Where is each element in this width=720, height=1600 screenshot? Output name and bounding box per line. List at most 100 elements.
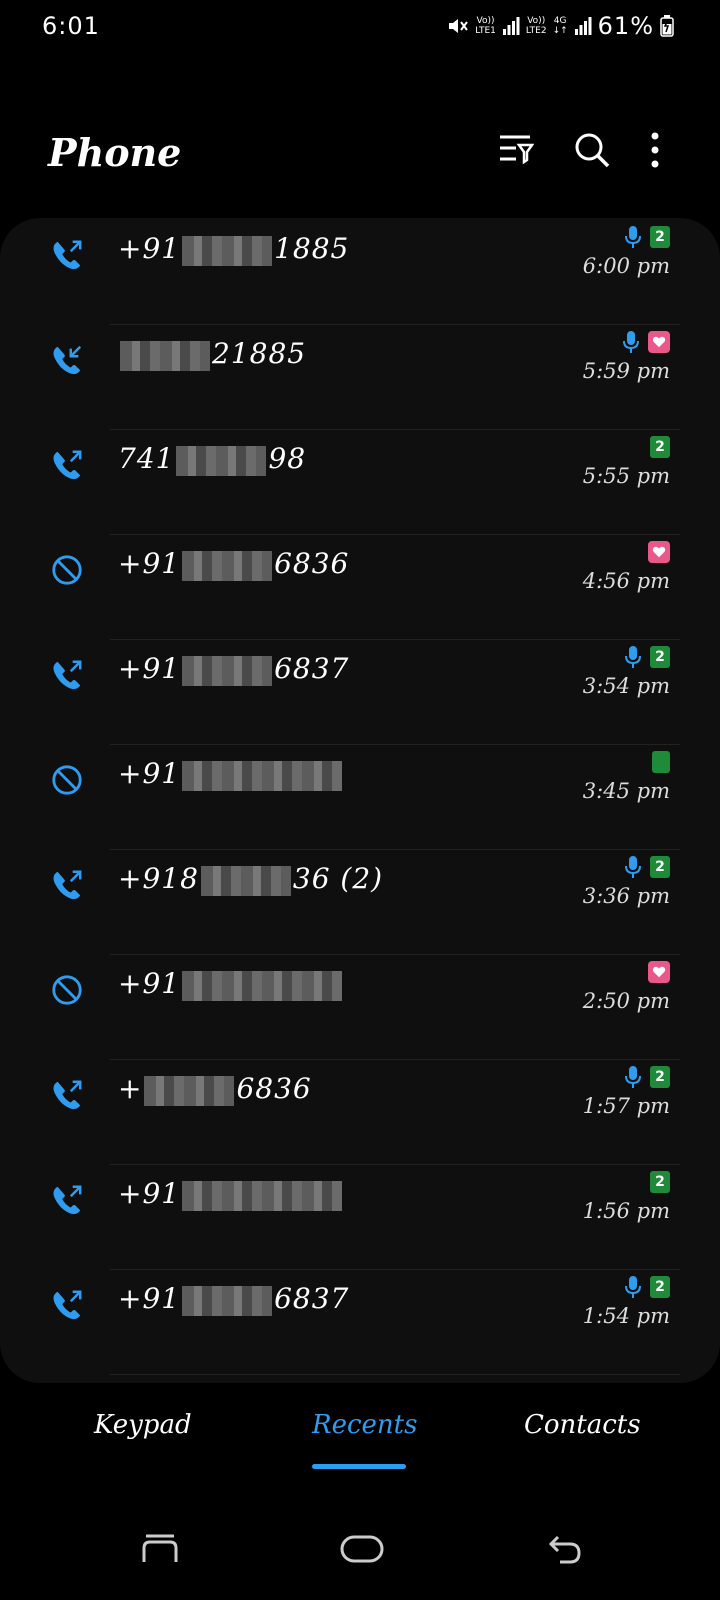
bottom-tabs: Keypad Recents Contacts xyxy=(0,1400,720,1460)
call-number: 741 98 xyxy=(118,442,306,476)
mute-icon xyxy=(449,19,468,33)
call-log-row[interactable]: +91 3:45 pm xyxy=(0,743,720,850)
call-log-row[interactable]: 21885 5:59 pm xyxy=(0,323,720,430)
back-icon[interactable] xyxy=(548,1534,582,1564)
call-badges: 2 xyxy=(624,854,670,880)
call-log-row[interactable]: +91 6837 2 1:54 pm xyxy=(0,1268,720,1375)
tab-recents[interactable]: Recents xyxy=(312,1410,417,1440)
sim2-label: Vo)) LTE2 xyxy=(526,16,547,36)
redacted-number-mask xyxy=(182,760,343,791)
heart-sim-icon xyxy=(648,541,670,563)
call-number-prefix: +91 xyxy=(118,232,181,265)
call-number-prefix: +91 xyxy=(118,757,181,790)
sim-2-badge: 2 xyxy=(650,226,670,248)
app-header: Phone xyxy=(0,120,720,190)
sim-2-badge: 2 xyxy=(650,1276,670,1298)
phone-screen: 6:01 Vo)) LTE1 Vo)) LTE2 4G ↓↑ 61% Phone… xyxy=(0,0,720,1600)
redacted-number-mask xyxy=(182,550,273,581)
redacted-number-mask xyxy=(182,235,273,266)
call-log-row[interactable]: +91 1885 2 6:00 pm xyxy=(0,218,720,325)
call-number-suffix: 98 xyxy=(268,442,307,475)
sim-2-badge: 2 xyxy=(650,1066,670,1088)
call-log-row[interactable]: +91 6836 4:56 pm xyxy=(0,533,720,640)
home-icon[interactable] xyxy=(340,1534,384,1564)
call-time: 2:50 pm xyxy=(582,989,670,1013)
sim1-label-bottom: LTE1 xyxy=(475,26,496,36)
signal-icon-sim2 xyxy=(574,17,592,35)
sim-2-badge: 2 xyxy=(650,1171,670,1193)
call-number-suffix: 21885 xyxy=(212,337,307,370)
call-time: 3:45 pm xyxy=(582,779,670,803)
call-log-row[interactable]: 741 98 2 5:55 pm xyxy=(0,428,720,535)
search-icon[interactable] xyxy=(574,132,610,168)
call-badges xyxy=(652,749,670,775)
redacted-number-mask xyxy=(182,1285,273,1316)
sim2-label-top: Vo)) xyxy=(527,16,546,26)
call-recording-mic-icon xyxy=(625,226,641,248)
network-type: 4G ↓↑ xyxy=(553,16,568,36)
call-log-row[interactable]: +91 2 1:56 pm xyxy=(0,1163,720,1270)
outgoing-call-icon xyxy=(50,448,86,484)
heart-sim-icon xyxy=(648,331,670,353)
redacted-number-mask xyxy=(182,970,343,1001)
status-bar: 6:01 Vo)) LTE1 Vo)) LTE2 4G ↓↑ 61% xyxy=(0,0,720,58)
call-number: 21885 xyxy=(118,337,306,371)
call-recording-mic-icon xyxy=(623,331,639,353)
call-number-suffix: 6836 xyxy=(274,547,350,580)
recent-apps-icon[interactable] xyxy=(140,1534,180,1564)
call-log-row[interactable]: +6836 2 1:57 pm xyxy=(0,1058,720,1165)
network-type-label: 4G xyxy=(553,16,567,26)
outgoing-call-icon xyxy=(50,868,86,904)
sim1-label: Vo)) LTE1 xyxy=(475,16,496,36)
call-number: +91 6837 xyxy=(118,1282,349,1316)
blocked-call-icon xyxy=(50,763,86,799)
call-number-prefix: +91 xyxy=(118,1282,181,1315)
call-number: +91 xyxy=(118,967,344,1001)
incoming-call-icon xyxy=(50,343,86,379)
active-tab-indicator xyxy=(312,1464,406,1469)
row-divider xyxy=(110,1374,680,1375)
sim1-label-top: Vo)) xyxy=(476,16,495,26)
call-log-row[interactable]: +91 6837 2 3:54 pm xyxy=(0,638,720,745)
call-time: 3:54 pm xyxy=(582,674,670,698)
call-number-suffix: 6836 xyxy=(236,1072,312,1105)
call-number-prefix: 741 xyxy=(118,442,175,475)
status-time: 6:01 xyxy=(42,12,100,40)
call-number-suffix: 1885 xyxy=(274,232,350,265)
sim-2-badge: 2 xyxy=(650,646,670,668)
data-arrows-icon: ↓↑ xyxy=(552,26,568,36)
blocked-call-icon xyxy=(50,553,86,589)
recent-calls-list: +91 1885 2 6:00 pm 21885 5:59 pm 741 98 2 5:55 pm… xyxy=(0,218,720,1383)
call-number: +918 36 (2) xyxy=(118,862,383,896)
call-log-row[interactable]: +91 2:50 pm xyxy=(0,953,720,1060)
tab-keypad[interactable]: Keypad xyxy=(94,1410,192,1440)
call-badges: 2 xyxy=(650,1169,670,1195)
filter-icon[interactable] xyxy=(498,133,534,167)
call-log-row[interactable]: +918 36 (2) 2 3:36 pm xyxy=(0,848,720,955)
call-badges: 2 xyxy=(624,1274,670,1300)
redacted-number-mask xyxy=(176,445,267,476)
redacted-number-mask xyxy=(120,340,210,371)
status-icons: Vo)) LTE1 Vo)) LTE2 4G ↓↑ 61% xyxy=(447,12,674,40)
outgoing-call-icon xyxy=(50,1288,86,1324)
battery-percent: 61% xyxy=(597,12,654,40)
call-number-prefix: +918 xyxy=(118,862,199,895)
call-recording-mic-icon xyxy=(625,646,641,668)
sim2-label-bottom: LTE2 xyxy=(525,26,547,36)
call-badges xyxy=(648,539,670,565)
call-number: +91 1885 xyxy=(118,232,349,266)
tab-contacts[interactable]: Contacts xyxy=(524,1410,641,1440)
call-recording-mic-icon xyxy=(625,856,641,878)
blocked-call-icon xyxy=(50,973,86,1009)
call-number-suffix: 6837 xyxy=(274,1282,350,1315)
call-time: 6:00 pm xyxy=(582,254,670,278)
call-number: +91 6836 xyxy=(118,547,349,581)
call-badges: 2 xyxy=(624,1064,670,1090)
call-time: 1:54 pm xyxy=(582,1304,670,1328)
sim-2-badge: 2 xyxy=(650,856,670,878)
call-number: +91 xyxy=(118,757,344,791)
redacted-number-mask xyxy=(182,655,273,686)
call-number-prefix: +91 xyxy=(118,547,181,580)
call-number: +91 6837 xyxy=(118,652,349,686)
more-vertical-icon[interactable] xyxy=(650,132,660,168)
